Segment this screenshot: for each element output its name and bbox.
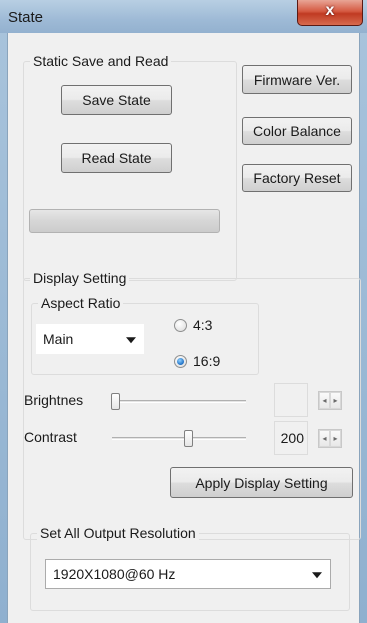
close-icon: x: [325, 2, 335, 19]
contrast-label: Contrast: [24, 429, 77, 445]
radio-16-9[interactable]: [174, 355, 187, 368]
contrast-value: 200: [280, 430, 304, 446]
static-save-read-label: Static Save and Read: [30, 53, 172, 69]
brightness-slider-track[interactable]: [112, 400, 246, 403]
contrast-value-field[interactable]: 200: [274, 421, 308, 455]
contrast-slider-thumb[interactable]: [184, 430, 193, 447]
client-area: Static Save and Read Save State Read Sta…: [7, 33, 361, 623]
brightness-spinner[interactable]: ◂ ▸: [318, 391, 342, 410]
spin-right-icon[interactable]: ▸: [330, 430, 341, 447]
radio-4-3-label[interactable]: 4:3: [193, 317, 212, 333]
close-button[interactable]: x: [297, 0, 363, 26]
output-resolution-dropdown[interactable]: 1920X1080@60 Hz: [45, 559, 331, 589]
spin-left-icon[interactable]: ◂: [319, 392, 330, 409]
firmware-version-button[interactable]: Firmware Ver.: [242, 65, 352, 94]
factory-reset-button[interactable]: Factory Reset: [242, 164, 352, 192]
chevron-down-icon: [126, 337, 136, 344]
brightness-slider-thumb[interactable]: [111, 393, 120, 410]
brightness-label: Brightnes: [24, 392, 84, 408]
display-setting-label: Display Setting: [30, 270, 130, 286]
read-state-button[interactable]: Read State: [61, 143, 172, 173]
aspect-ratio-selected: Main: [43, 331, 74, 347]
radio-16-9-label[interactable]: 16:9: [193, 353, 220, 369]
aspect-ratio-dropdown[interactable]: Main: [35, 323, 145, 355]
apply-display-setting-button[interactable]: Apply Display Setting: [170, 467, 353, 498]
spin-right-icon[interactable]: ▸: [330, 392, 341, 409]
state-window: State x Static Save and Read Save State …: [0, 0, 367, 623]
chevron-down-icon: [312, 572, 322, 579]
contrast-spinner[interactable]: ◂ ▸: [318, 429, 342, 448]
state-progress-bar: [29, 209, 220, 233]
title-bar[interactable]: State x: [0, 0, 367, 33]
color-balance-button[interactable]: Color Balance: [242, 117, 352, 145]
aspect-ratio-label: Aspect Ratio: [38, 295, 124, 311]
window-title: State: [8, 9, 44, 26]
output-resolution-selected: 1920X1080@60 Hz: [53, 566, 176, 582]
radio-4-3[interactable]: [174, 319, 187, 332]
spin-left-icon[interactable]: ◂: [319, 430, 330, 447]
brightness-value-field[interactable]: [274, 383, 308, 417]
save-state-button[interactable]: Save State: [61, 85, 172, 115]
output-resolution-label: Set All Output Resolution: [37, 525, 199, 541]
contrast-slider-track[interactable]: [112, 437, 246, 440]
